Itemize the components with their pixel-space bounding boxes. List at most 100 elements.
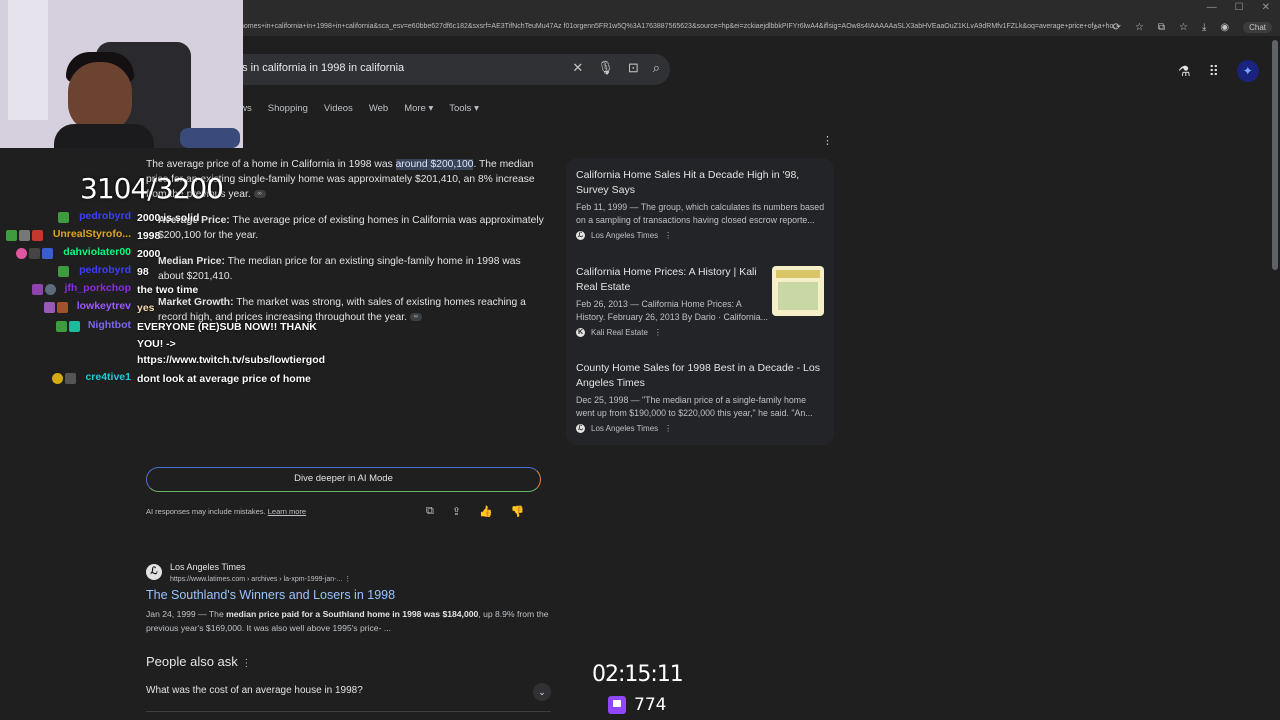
refresh-icon[interactable]: ⟳ bbox=[1112, 22, 1120, 33]
chat-username[interactable]: pedrobyrd bbox=[79, 210, 131, 222]
labs-icon[interactable]: ⚗ bbox=[1178, 63, 1191, 80]
chat-text: yes bbox=[137, 302, 155, 314]
search-icon[interactable]: ⌕ bbox=[653, 60, 660, 76]
badge-icon bbox=[56, 321, 67, 332]
paa-question-text[interactable]: What was the cost of an average house in… bbox=[146, 685, 363, 696]
source-title[interactable]: California Home Sales Hit a Decade High … bbox=[576, 168, 826, 198]
chat-text: dont look at average price of home bbox=[137, 373, 311, 385]
maximize-icon[interactable]: ☐ bbox=[1235, 2, 1244, 13]
dive-deeper-button[interactable]: Dive deeper in AI Mode bbox=[146, 467, 541, 492]
badge-icon bbox=[32, 284, 43, 295]
viewer-count: 774 bbox=[608, 695, 666, 715]
latimes-logo-icon: ℒ bbox=[576, 231, 585, 240]
chat-button[interactable]: Chat bbox=[1243, 21, 1272, 33]
source-thumbnail[interactable] bbox=[772, 266, 824, 316]
paa-question[interactable]: What was the cost of an average house in… bbox=[146, 683, 551, 701]
badge-icon bbox=[19, 230, 30, 241]
search-icon[interactable]: ⌕ bbox=[1093, 22, 1099, 33]
chat-username[interactable]: lowkeytrev bbox=[77, 300, 131, 312]
chat-username[interactable]: dahviolater00 bbox=[63, 246, 131, 258]
paa-title-text: People also ask bbox=[146, 654, 238, 669]
stream-timer: 02:15:11 bbox=[592, 662, 684, 687]
chat-username[interactable]: UnrealStyrofo... bbox=[53, 228, 131, 240]
gift-badge-icon bbox=[32, 230, 43, 241]
result-url[interactable]: https://www.latimes.com › archives › la-… bbox=[170, 575, 351, 583]
source-card[interactable]: County Home Sales for 1998 Best in a Dec… bbox=[576, 361, 826, 433]
learn-more-link[interactable]: Learn more bbox=[268, 507, 306, 516]
apps-grid-icon[interactable]: ⠿ bbox=[1209, 63, 1219, 80]
tab-tools[interactable]: Tools ▾ bbox=[449, 103, 479, 114]
window-controls: — ☐ ✕ bbox=[1207, 2, 1270, 13]
ai-highlight: around $200,100 bbox=[395, 159, 474, 170]
ai-intro-text: The average price of a home in Californi… bbox=[146, 159, 396, 170]
bookmark-icon[interactable]: ☆ bbox=[1179, 22, 1188, 33]
minimize-icon[interactable]: — bbox=[1207, 2, 1217, 13]
twitch-icon bbox=[608, 696, 626, 714]
result-title[interactable]: The Southland's Winners and Losers in 19… bbox=[146, 588, 395, 602]
more-options-icon[interactable]: ⋮ bbox=[664, 424, 672, 433]
search-input[interactable]: es in california in 1998 in california bbox=[236, 62, 404, 74]
chevron-down-icon[interactable]: ⌄ bbox=[533, 683, 551, 701]
kali-logo-icon: K bbox=[576, 328, 585, 337]
chat-username[interactable]: pedrobyrd bbox=[79, 264, 131, 276]
chat-text: 98 bbox=[137, 266, 149, 278]
badge-icon bbox=[45, 284, 56, 295]
thumbs-down-icon[interactable]: 👎 bbox=[511, 505, 525, 518]
source-title[interactable]: County Home Sales for 1998 Best in a Dec… bbox=[576, 361, 826, 391]
tab-web[interactable]: Web bbox=[369, 103, 388, 114]
link-icon[interactable]: ∞ bbox=[409, 313, 422, 322]
search-box[interactable]: es in california in 1998 in california ✕… bbox=[200, 54, 670, 85]
feedback-toolbar: ⧉ ⇪ 👍 👎 bbox=[426, 505, 524, 518]
download-icon[interactable]: ⤓ bbox=[1202, 22, 1206, 33]
badge-icon bbox=[52, 373, 63, 384]
thumbs-up-icon[interactable]: 👍 bbox=[479, 505, 493, 518]
source-title[interactable]: California Home Prices: A History | Kali… bbox=[576, 265, 772, 295]
lens-icon[interactable]: ⊡ bbox=[628, 60, 639, 76]
badge-icon bbox=[58, 212, 69, 223]
browser-toolbar: ⌕ ⟳ ☆ ⧉ ☆ ⤓ ◉ Chat bbox=[1093, 18, 1272, 36]
source-snippet: Feb 11, 1999 — The group, which calculat… bbox=[576, 202, 825, 225]
goal-counter: 3104/3200 bbox=[80, 172, 224, 205]
source-site: Kali Real Estate bbox=[591, 328, 648, 337]
chat-username[interactable]: cre4tive1 bbox=[85, 371, 131, 383]
result-snippet-bold: median price paid for a Southland home i… bbox=[226, 609, 479, 619]
chat-text: 2000 bbox=[137, 248, 161, 260]
close-window-icon[interactable]: ✕ bbox=[1262, 2, 1270, 13]
result-url-text[interactable]: https://www.latimes.com › archives › la-… bbox=[170, 576, 342, 583]
extensions-icon[interactable]: ⧉ bbox=[1158, 22, 1165, 33]
more-options-icon[interactable]: ⋮ bbox=[241, 658, 251, 669]
webcam-feed bbox=[0, 0, 243, 148]
avatar[interactable]: ✦ bbox=[1236, 60, 1259, 82]
badge-icon bbox=[57, 302, 68, 313]
disclaimer-text: AI responses may include mistakes. bbox=[146, 507, 266, 516]
chat-username[interactable]: jfh_porkchop bbox=[64, 282, 131, 294]
latimes-logo-icon: ℒ bbox=[146, 564, 162, 580]
badge-icon bbox=[44, 302, 55, 313]
scrollbar[interactable] bbox=[1272, 40, 1278, 270]
result-site[interactable]: Los Angeles Times bbox=[170, 562, 246, 572]
microphone-icon[interactable]: 🎙 bbox=[597, 60, 614, 76]
more-options-icon[interactable]: ⋮ bbox=[654, 328, 662, 337]
more-options-icon[interactable]: ⋮ bbox=[344, 576, 351, 583]
tab-videos[interactable]: Videos bbox=[324, 103, 353, 114]
star-icon[interactable]: ☆ bbox=[1135, 22, 1144, 33]
more-options-icon[interactable]: ⋮ bbox=[664, 231, 672, 240]
share-icon[interactable]: ⇪ bbox=[452, 505, 461, 518]
result-snippet: Jan 24, 1999 — The median price paid for… bbox=[146, 607, 551, 635]
address-bar[interactable]: homes+in+california+in+1998+in+californi… bbox=[240, 18, 1120, 36]
badge-icon bbox=[6, 230, 17, 241]
chat-username[interactable]: Nightbot bbox=[88, 319, 131, 331]
speaker-badge-icon bbox=[65, 373, 76, 384]
tab-shopping[interactable]: Shopping bbox=[268, 103, 308, 114]
chat-text: 1998 bbox=[137, 230, 161, 242]
copy-icon[interactable]: ⧉ bbox=[426, 505, 434, 518]
more-options-icon[interactable]: ⋮ bbox=[822, 134, 833, 147]
heart-badge-icon bbox=[16, 248, 27, 259]
source-snippet: Dec 25, 1998 — "The median price of a si… bbox=[576, 395, 813, 418]
divider bbox=[146, 711, 551, 712]
profile-icon[interactable]: ◉ bbox=[1220, 22, 1229, 33]
link-icon[interactable]: ∞ bbox=[253, 190, 266, 199]
source-card[interactable]: California Home Sales Hit a Decade High … bbox=[576, 168, 826, 240]
clear-icon[interactable]: ✕ bbox=[572, 60, 583, 76]
tab-more[interactable]: More ▾ bbox=[404, 103, 433, 114]
